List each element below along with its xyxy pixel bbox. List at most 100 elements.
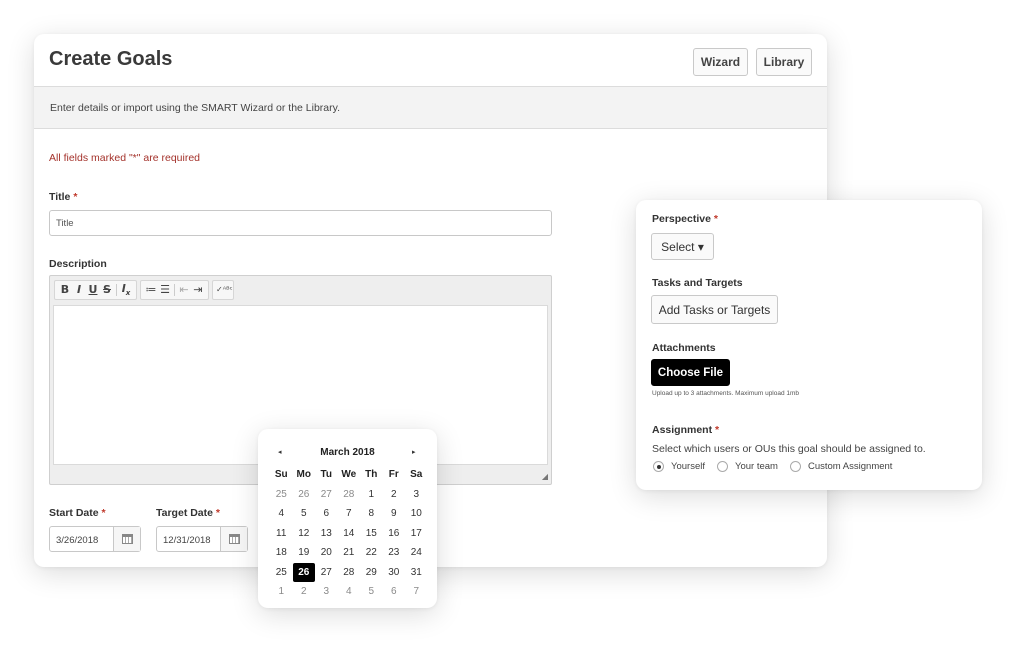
calendar-day[interactable]: 27 (315, 563, 338, 583)
description-label: Description (49, 258, 107, 270)
editor-toolbar: B I U S Ix ≔ ☰ ⇤ ⇥ ✓ᴬᴮᶜ (50, 276, 551, 303)
next-month-icon[interactable]: ▸ (412, 448, 416, 456)
underline-button[interactable]: U (86, 283, 100, 296)
calendar-day[interactable]: 8 (360, 504, 383, 524)
required-star: * (101, 507, 106, 519)
strikethrough-button[interactable]: S (100, 283, 114, 296)
bulleted-list-icon[interactable]: ☰ (158, 283, 172, 296)
weekday-header: Tu (320, 469, 332, 481)
calendar-day[interactable]: 1 (270, 582, 293, 602)
tasks-targets-label: Tasks and Targets (652, 277, 743, 289)
wizard-button[interactable]: Wizard (693, 48, 748, 76)
radio-label-custom-assignment[interactable]: Custom Assignment (808, 461, 892, 472)
calendar-day[interactable]: 1 (360, 485, 383, 505)
toolbar-separator (116, 283, 117, 296)
calendar-day[interactable]: 7 (338, 504, 361, 524)
calendar-day[interactable]: 11 (270, 524, 293, 544)
calendar-day[interactable]: 6 (315, 504, 338, 524)
radio-yourself[interactable] (653, 461, 664, 472)
library-button[interactable]: Library (756, 48, 812, 76)
format-group: B I U S Ix (54, 279, 137, 300)
indent-icon[interactable]: ⇥ (191, 283, 205, 296)
calendar-day[interactable]: 27 (315, 485, 338, 505)
calendar-day-selected[interactable]: 26 (292, 562, 315, 582)
calendar-day[interactable]: 16 (383, 524, 406, 544)
calendar-day[interactable]: 15 (360, 524, 383, 544)
calendar-day[interactable]: 4 (270, 504, 293, 524)
calendar-icon (121, 534, 133, 544)
start-date-label: Start Date * (49, 507, 106, 519)
calendar-day[interactable]: 17 (405, 524, 428, 544)
toolbar-separator (174, 283, 175, 296)
radio-label-your-team[interactable]: Your team (735, 461, 778, 472)
start-date-field[interactable]: 3/26/2018 (49, 526, 141, 552)
required-star: * (73, 191, 78, 203)
calendar-day[interactable]: 10 (405, 504, 428, 524)
calendar-day[interactable]: 26 (293, 485, 316, 505)
calendar-day[interactable]: 20 (315, 543, 338, 563)
calendar-day[interactable]: 23 (383, 543, 406, 563)
required-fields-note: All fields marked "*" are required (49, 152, 201, 164)
weekday-header: Su (274, 469, 288, 481)
calendar-day[interactable]: 3 (405, 485, 428, 505)
required-star: * (715, 424, 720, 436)
assignment-description: Select which users or OUs this goal shou… (652, 443, 926, 455)
calendar-grid: Su Mo Tu We Th Fr Sa 25 26 27 28 1 2 3 4 5 6 7 8 9 10 11 12 13 1… (270, 465, 428, 602)
spellcheck-group: ✓ᴬᴮᶜ (212, 279, 234, 300)
calendar-day[interactable]: 9 (383, 504, 406, 524)
calendar-day[interactable]: 2 (383, 485, 406, 505)
resize-handle-icon[interactable]: ◢ (542, 472, 548, 481)
remove-format-button[interactable]: Ix (119, 282, 133, 297)
instructions-banner: Enter details or import using the SMART … (34, 87, 827, 129)
calendar-day[interactable]: 6 (383, 582, 406, 602)
calendar-day[interactable]: 28 (338, 485, 361, 505)
assignment-label: Assignment * (652, 424, 720, 436)
calendar-day[interactable]: 25 (270, 563, 293, 583)
weekday-header: Th (365, 469, 378, 481)
choose-file-button[interactable]: Choose File (651, 359, 730, 386)
radio-your-team[interactable] (716, 461, 728, 472)
perspective-select[interactable]: Select ▾ (651, 233, 714, 260)
outdent-icon[interactable]: ⇤ (177, 283, 191, 296)
calendar-day[interactable]: 5 (360, 582, 383, 602)
target-date-label: Target Date * (156, 507, 221, 519)
calendar-day[interactable]: 31 (405, 563, 428, 583)
calendar-day[interactable]: 22 (360, 543, 383, 563)
calendar-day[interactable]: 4 (338, 582, 361, 602)
start-date-value[interactable]: 3/26/2018 (50, 527, 113, 551)
start-date-calendar-button[interactable] (113, 527, 140, 551)
date-picker-popup: ◂ March 2018 ▸ Su Mo Tu We Th Fr Sa 25 26 27 28 1 2 3… (258, 429, 437, 608)
spellcheck-icon[interactable]: ✓ᴬᴮᶜ (216, 285, 233, 294)
calendar-day[interactable]: 30 (383, 563, 406, 583)
radio-label-yourself[interactable]: Yourself (671, 461, 705, 472)
calendar-month-title: March 2018 (320, 447, 375, 458)
calendar-day[interactable]: 7 (405, 582, 428, 602)
weekday-header: Fr (388, 469, 399, 481)
calendar-day[interactable]: 25 (270, 485, 293, 505)
calendar-day[interactable]: 13 (315, 524, 338, 544)
calendar-day[interactable]: 24 (405, 543, 428, 563)
numbered-list-icon[interactable]: ≔ (144, 283, 158, 296)
italic-button[interactable]: I (72, 283, 86, 296)
radio-custom-assignment[interactable] (789, 461, 801, 472)
calendar-day[interactable]: 2 (293, 582, 316, 602)
calendar-day[interactable]: 18 (270, 543, 293, 563)
calendar-day[interactable]: 21 (338, 543, 361, 563)
add-tasks-button[interactable]: Add Tasks or Targets (651, 295, 778, 324)
calendar-day[interactable]: 19 (293, 543, 316, 563)
bold-button[interactable]: B (58, 283, 72, 296)
calendar-day[interactable]: 28 (338, 563, 361, 583)
calendar-day[interactable]: 5 (293, 504, 316, 524)
assignment-options: Yourself Your team Custom Assignment (653, 461, 904, 472)
required-star: * (713, 213, 718, 225)
calendar-day[interactable]: 29 (360, 563, 383, 583)
perspective-label: Perspective * (652, 213, 718, 225)
target-date-calendar-button[interactable] (220, 527, 247, 551)
goal-options-panel: Perspective * Select ▾ Tasks and Targets… (636, 200, 982, 490)
title-input[interactable]: Title (49, 210, 552, 236)
target-date-field[interactable]: 12/31/2018 (156, 526, 248, 552)
calendar-day[interactable]: 14 (338, 524, 361, 544)
calendar-day[interactable]: 3 (315, 582, 338, 602)
calendar-day[interactable]: 12 (293, 524, 316, 544)
target-date-value[interactable]: 12/31/2018 (157, 527, 220, 551)
